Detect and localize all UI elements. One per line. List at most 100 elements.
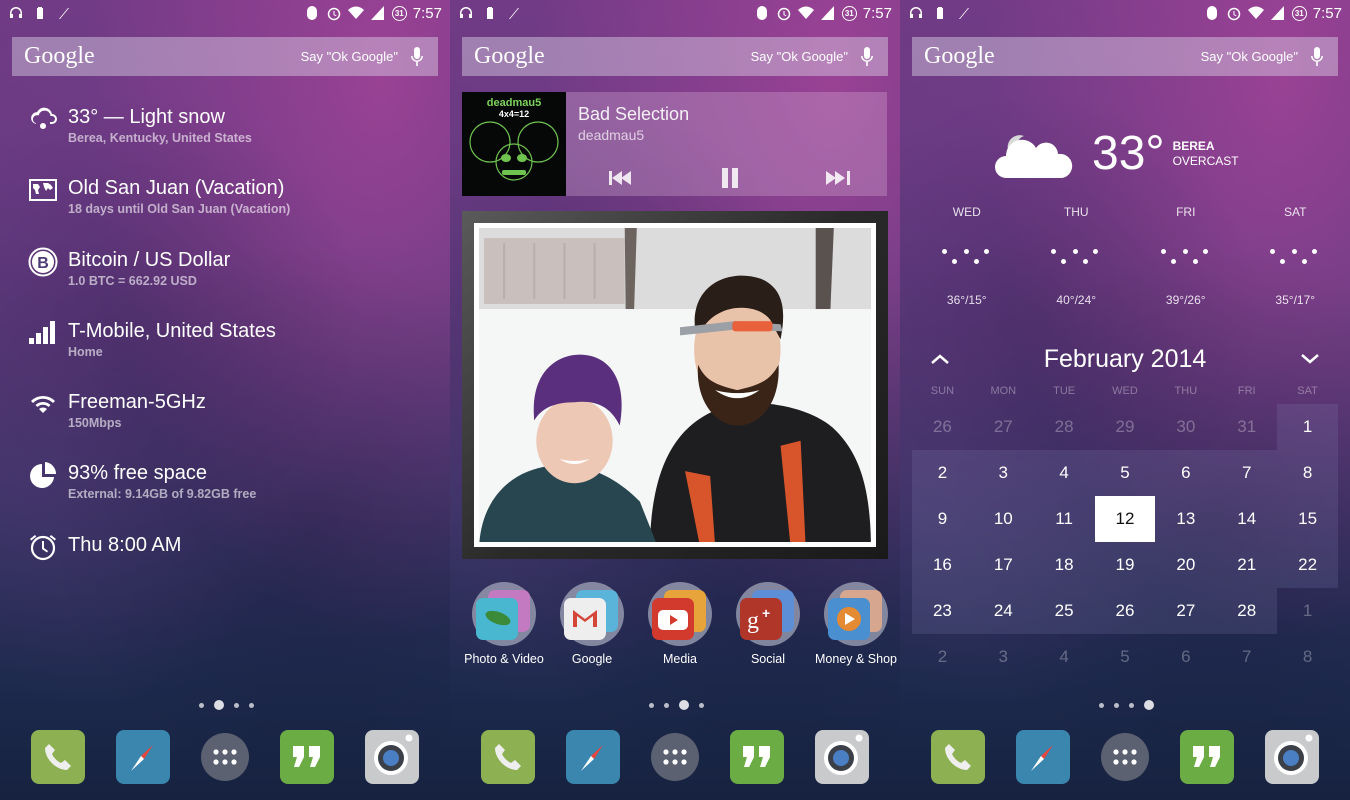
calendar-day[interactable]: 9 [912, 496, 973, 542]
calendar-day[interactable]: 1 [1277, 588, 1338, 634]
calendar-day[interactable]: 5 [1094, 450, 1156, 496]
next-track-button[interactable] [825, 168, 851, 188]
page-dot-active[interactable] [214, 700, 224, 710]
microphone-icon[interactable] [858, 46, 876, 68]
calendar-day[interactable]: 26 [912, 404, 973, 450]
calendar-day[interactable]: 31 [1216, 404, 1277, 450]
browser-app[interactable] [115, 730, 170, 784]
camera-app[interactable] [1265, 730, 1320, 784]
google-search-bar[interactable]: Google Say "Ok Google" [912, 37, 1338, 76]
calendar-day[interactable]: 17 [972, 542, 1034, 588]
list-item-vacation[interactable]: Old San Juan (Vacation) 18 days until Old… [28, 173, 290, 244]
app-drawer-button[interactable] [1100, 733, 1149, 781]
calendar-day-today[interactable]: 12 [1094, 496, 1156, 542]
hangouts-app[interactable] [730, 730, 785, 784]
calendar-day[interactable]: 14 [1216, 496, 1278, 542]
wifi-icon [347, 5, 364, 21]
next-month-button[interactable] [1298, 350, 1322, 368]
page-dot[interactable] [664, 702, 669, 708]
photo-frame-widget[interactable] [462, 211, 888, 559]
folder-money-shop[interactable]: Money & Shop [813, 582, 899, 666]
page-dot[interactable] [1129, 702, 1134, 708]
list-item-storage[interactable]: 93% free space External: 9.14GB of 9.82GB… [28, 458, 290, 529]
page-dot[interactable] [1114, 702, 1119, 708]
folder-social[interactable]: g + Social [725, 582, 811, 666]
calendar-day[interactable]: 20 [1155, 542, 1217, 588]
previous-track-button[interactable] [608, 168, 634, 188]
page-dot[interactable] [249, 702, 254, 708]
app-drawer-button[interactable] [650, 733, 699, 781]
calendar-day[interactable]: 4 [1033, 450, 1095, 496]
folder-media[interactable]: Media [637, 582, 723, 666]
phone-app[interactable] [480, 730, 535, 784]
page-dot[interactable] [1099, 702, 1104, 708]
page-dot-active[interactable] [679, 700, 689, 710]
calendar-day[interactable]: 8 [1277, 634, 1338, 680]
phone-app[interactable] [30, 730, 85, 784]
calendar-day[interactable]: 7 [1216, 634, 1277, 680]
calendar-day[interactable]: 3 [973, 634, 1034, 680]
list-item-carrier[interactable]: T-Mobile, United States Home [28, 316, 290, 387]
list-item-wifi[interactable]: Freeman-5GHz 150Mbps [28, 387, 290, 458]
list-item-weather[interactable]: 33° — Light snow Berea, Kentucky, United … [28, 102, 290, 173]
calendar-day[interactable]: 25 [1033, 588, 1095, 634]
calendar-day[interactable]: 21 [1216, 542, 1278, 588]
calendar-day[interactable]: 6 [1155, 450, 1217, 496]
calendar-day[interactable]: 27 [1155, 588, 1217, 634]
calendar-day[interactable]: 7 [1216, 450, 1278, 496]
calendar-day[interactable]: 29 [1095, 404, 1156, 450]
camera-app[interactable] [365, 730, 420, 784]
calendar-day[interactable]: 28 [1034, 404, 1095, 450]
calendar-day[interactable]: 2 [912, 634, 973, 680]
app-drawer-button[interactable] [200, 733, 249, 781]
page-dot[interactable] [699, 702, 704, 708]
calendar-day[interactable]: 5 [1095, 634, 1156, 680]
music-widget[interactable]: deadmau5 4x4=12 Bad Selection deadmau5 [462, 92, 887, 196]
calendar-day[interactable]: 28 [1216, 588, 1278, 634]
browser-app[interactable] [1015, 730, 1070, 784]
calendar-day[interactable]: 18 [1033, 542, 1095, 588]
calendar-day[interactable]: 11 [1033, 496, 1095, 542]
calendar-day[interactable]: 10 [972, 496, 1034, 542]
page-dot[interactable] [234, 702, 239, 708]
calendar-day[interactable]: 2 [912, 450, 973, 496]
browser-app[interactable] [565, 730, 620, 784]
calendar-day[interactable]: 15 [1277, 496, 1338, 542]
google-search-bar[interactable]: Google Say "Ok Google" [462, 37, 888, 76]
calendar-day[interactable]: 13 [1155, 496, 1217, 542]
calendar-icon: 31 [841, 5, 857, 21]
weekday-label: MON [990, 385, 1017, 397]
calendar-day[interactable]: 4 [1034, 634, 1095, 680]
calendar-day[interactable]: 22 [1277, 542, 1338, 588]
calendar-day[interactable]: 23 [912, 588, 973, 634]
calendar-day[interactable]: 24 [972, 588, 1034, 634]
microphone-icon[interactable] [1308, 46, 1326, 68]
calendar-day[interactable]: 8 [1277, 450, 1338, 496]
folder-photo-video[interactable]: Photo & Video [461, 582, 547, 666]
page-dot-active[interactable] [1144, 700, 1154, 710]
list-item-alarm[interactable]: Thu 8:00 AM [28, 530, 290, 601]
list-item-bitcoin[interactable]: B Bitcoin / US Dollar 1.0 BTC = 662.92 US… [28, 245, 290, 316]
calendar-day[interactable]: 3 [972, 450, 1034, 496]
camera-app[interactable] [815, 730, 870, 784]
previous-month-button[interactable] [928, 350, 952, 368]
calendar-day[interactable]: 1 [1277, 404, 1338, 450]
page-dot[interactable] [199, 702, 204, 708]
pause-button[interactable] [717, 168, 743, 188]
calendar-day[interactable]: 16 [912, 542, 973, 588]
calendar-day[interactable]: 26 [1094, 588, 1156, 634]
phone-app[interactable] [930, 730, 985, 784]
calendar-day[interactable]: 27 [973, 404, 1034, 450]
camera-lens-icon [1274, 734, 1313, 775]
hangouts-app[interactable] [1180, 730, 1235, 784]
hangouts-app[interactable] [280, 730, 335, 784]
page-dot[interactable] [649, 702, 654, 708]
calendar-day[interactable]: 19 [1094, 542, 1156, 588]
album-art[interactable]: deadmau5 4x4=12 [462, 92, 566, 196]
folder-google[interactable]: Google [549, 582, 635, 666]
weather-widget[interactable]: 33° BEREA OVERCAST [994, 126, 1239, 181]
google-search-bar[interactable]: Google Say "Ok Google" [12, 37, 438, 76]
microphone-icon[interactable] [408, 46, 426, 68]
calendar-day[interactable]: 30 [1155, 404, 1216, 450]
calendar-day[interactable]: 6 [1155, 634, 1216, 680]
